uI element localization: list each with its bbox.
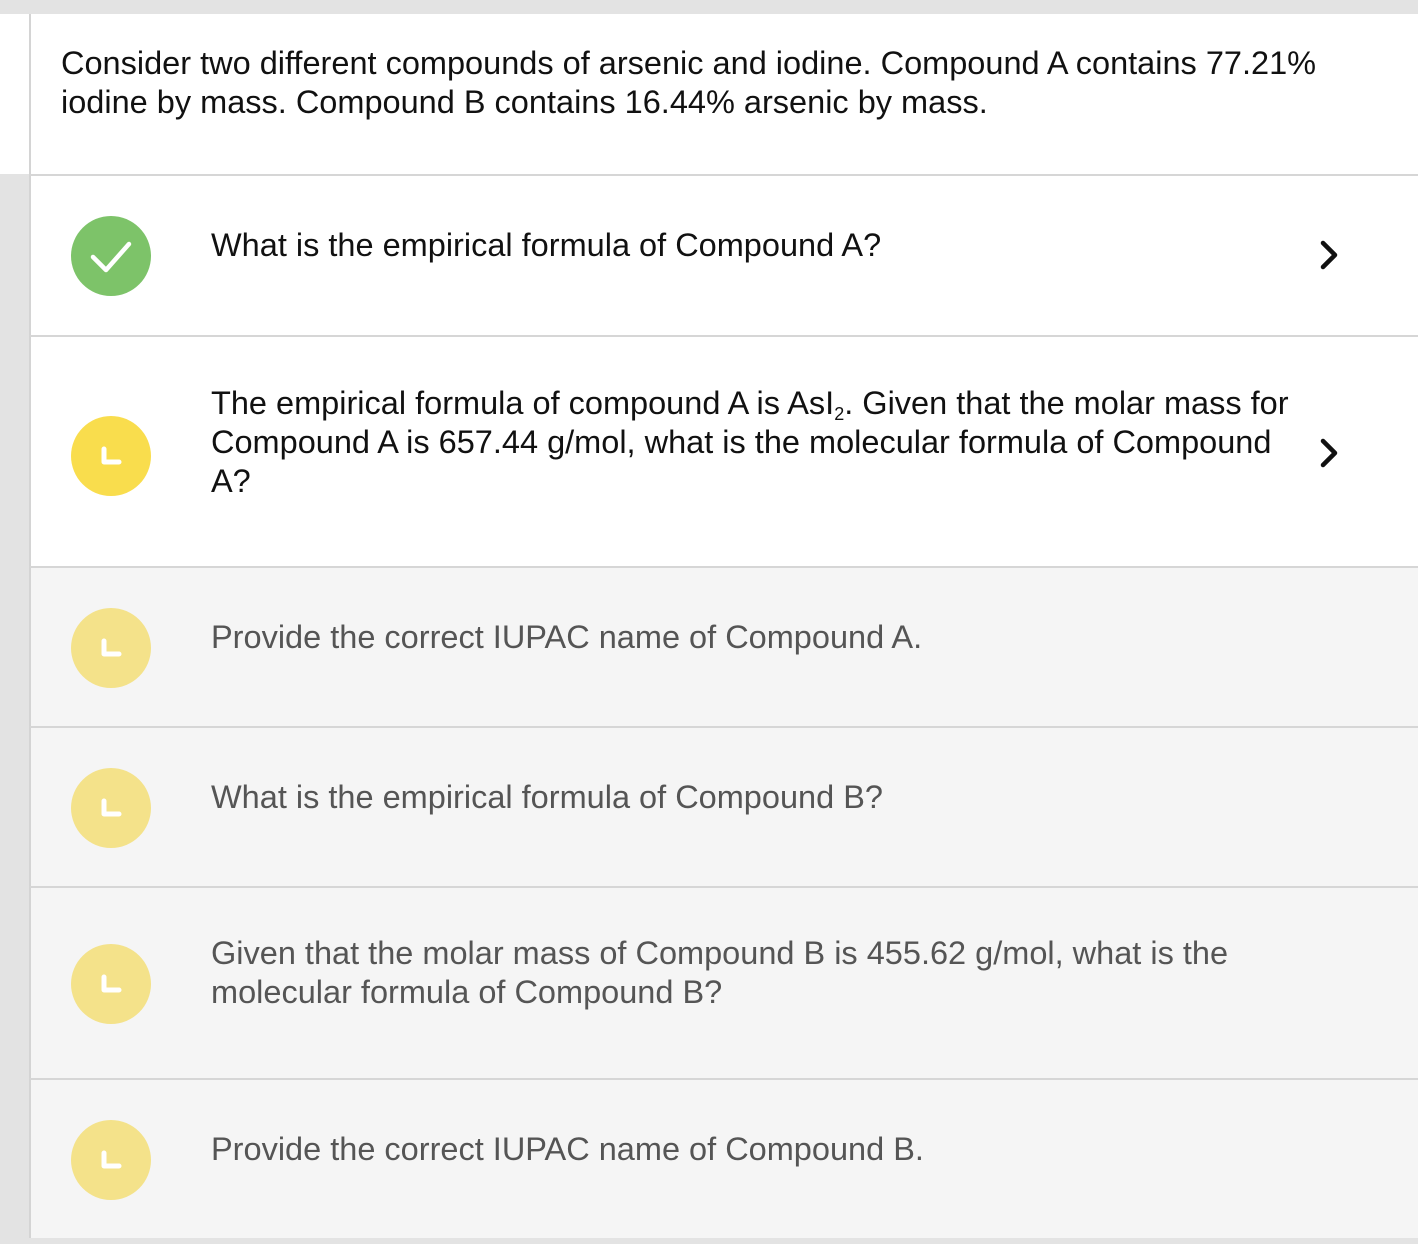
- step-row-5: Given that the molar mass of Compound B …: [29, 886, 1418, 1078]
- step-question: What is the empirical formula of Compoun…: [211, 779, 883, 815]
- corner-icon: [101, 446, 122, 465]
- left-rail: [0, 14, 29, 1238]
- problem-statement-panel: Consider two different compounds of arse…: [29, 14, 1418, 174]
- corner-icon: [101, 1150, 122, 1169]
- step-locked-badge: [71, 768, 151, 848]
- chevron-right-icon[interactable]: [1316, 436, 1344, 470]
- chevron-right-icon[interactable]: [1316, 238, 1344, 272]
- problem-card: Consider two different compounds of arse…: [0, 14, 1418, 1238]
- step-question: The empirical formula of compound A is A…: [211, 384, 1291, 501]
- step-complete-badge: [71, 216, 151, 296]
- check-icon: [90, 241, 132, 273]
- step-locked-badge: [71, 1120, 151, 1200]
- step-row-1[interactable]: What is the empirical formula of Compoun…: [29, 174, 1418, 335]
- corner-icon: [101, 798, 122, 817]
- step-question: Given that the molar mass of Compound B …: [211, 935, 1229, 1010]
- problem-statement: Consider two different compounds of arse…: [61, 45, 1317, 120]
- corner-icon: [101, 638, 122, 657]
- step-question: Provide the correct IUPAC name of Compou…: [211, 619, 923, 655]
- step-in-progress-badge: [71, 416, 151, 496]
- step-locked-badge: [71, 608, 151, 688]
- step-row-3: Provide the correct IUPAC name of Compou…: [29, 566, 1418, 726]
- step-row-2[interactable]: The empirical formula of compound A is A…: [29, 335, 1418, 566]
- subscript-2: 2: [834, 404, 845, 424]
- corner-icon: [101, 974, 122, 993]
- step-question: Provide the correct IUPAC name of Compou…: [211, 1131, 924, 1167]
- step-row-4: What is the empirical formula of Compoun…: [29, 726, 1418, 886]
- left-rail-top: [0, 14, 29, 174]
- step-question-part: The empirical formula of compound A is A…: [211, 385, 835, 421]
- step-question: What is the empirical formula of Compoun…: [211, 227, 882, 263]
- step-locked-badge: [71, 944, 151, 1024]
- step-row-6: Provide the correct IUPAC name of Compou…: [29, 1078, 1418, 1238]
